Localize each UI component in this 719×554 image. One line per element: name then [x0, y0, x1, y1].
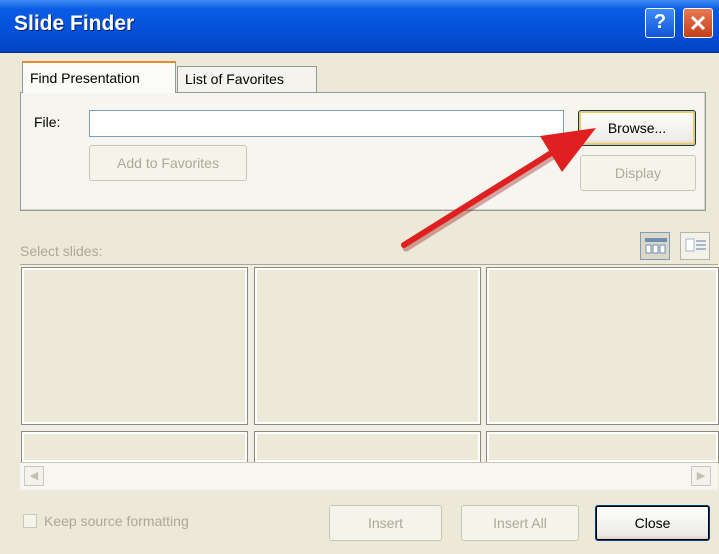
- insert-all-button[interactable]: Insert All: [461, 505, 579, 541]
- slide-thumbnail[interactable]: [486, 267, 719, 425]
- slide-thumbnail[interactable]: [486, 431, 719, 463]
- scroll-right-icon[interactable]: ▶: [691, 466, 711, 486]
- browse-button[interactable]: Browse...: [578, 110, 696, 146]
- view-slides-button[interactable]: [640, 232, 670, 260]
- window-title: Slide Finder: [14, 12, 135, 35]
- file-label: File:: [34, 114, 61, 130]
- horizontal-scrollbar[interactable]: ◀ ▶: [20, 462, 718, 489]
- view-titles-button[interactable]: [680, 232, 710, 260]
- title-view-icon: [685, 238, 706, 252]
- keep-formatting-label: Keep source formatting: [44, 513, 189, 529]
- keep-formatting-checkbox[interactable]: [23, 514, 37, 528]
- display-button[interactable]: Display: [580, 155, 696, 191]
- scroll-left-icon[interactable]: ◀: [24, 466, 44, 486]
- select-slides-label: Select slides:: [20, 243, 103, 259]
- help-button[interactable]: ?: [645, 8, 675, 38]
- slide-view-icon: [645, 238, 667, 254]
- close-button[interactable]: Close: [595, 505, 710, 541]
- slide-thumbnail[interactable]: [21, 267, 248, 425]
- tab-find-presentation[interactable]: Find Presentation: [22, 61, 176, 93]
- slide-thumbnail[interactable]: [254, 267, 481, 425]
- close-window-button[interactable]: [683, 8, 713, 38]
- slide-thumbnail[interactable]: [254, 431, 481, 463]
- title-bar: Slide Finder ?: [0, 0, 719, 53]
- insert-button[interactable]: Insert: [329, 505, 442, 541]
- question-mark-icon: ?: [653, 11, 667, 33]
- slide-thumbnail[interactable]: [21, 431, 248, 463]
- close-icon: [690, 15, 706, 31]
- add-to-favorites-button[interactable]: Add to Favorites: [89, 145, 247, 181]
- tab-list-of-favorites[interactable]: List of Favorites: [177, 66, 317, 93]
- file-input[interactable]: [89, 110, 564, 137]
